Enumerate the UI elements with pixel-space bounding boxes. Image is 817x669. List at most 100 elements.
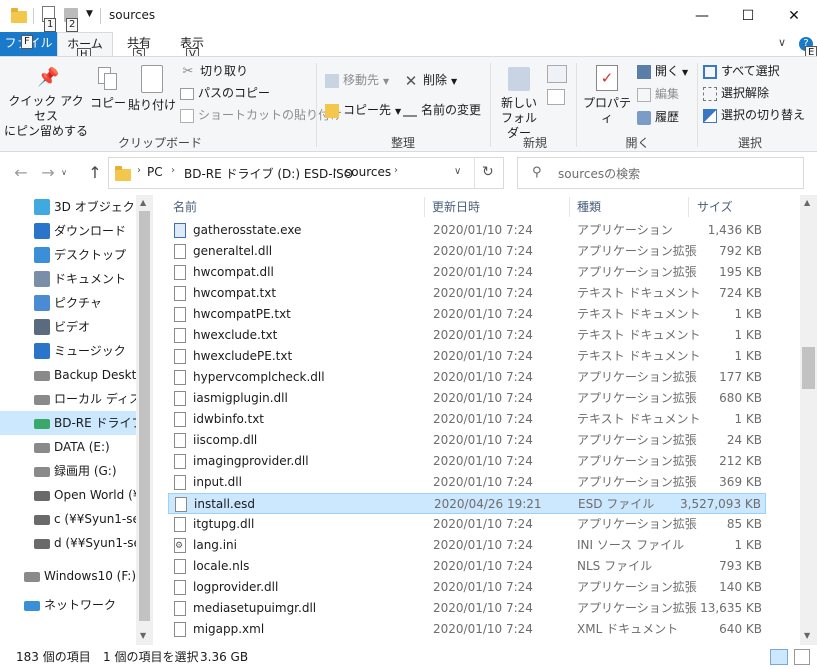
column-header-size[interactable]: サイズ	[697, 195, 733, 219]
file-row[interactable]: logprovider.dll 2020/01/10 7:24 アプリケーション拡張…	[168, 577, 766, 598]
select-none-button[interactable]: 選択解除	[703, 83, 769, 103]
sidebar-item-label: 録画用 (G:)	[54, 464, 117, 478]
file-list-scrollbar[interactable]: ▲ ▼	[800, 195, 817, 645]
details-view-icon[interactable]	[770, 649, 788, 665]
scroll-up-icon[interactable]: ▲	[140, 198, 146, 207]
up-arrow-icon[interactable]: ↑	[84, 163, 106, 182]
maximize-button[interactable]: ☐	[725, 0, 771, 32]
file-row[interactable]: imagingprovider.dll 2020/01/10 7:24 アプリケーシ…	[168, 451, 766, 472]
sidebar-item[interactable]: ローカル ディスク (	[0, 387, 136, 411]
column-header-type[interactable]: 種類	[577, 195, 601, 219]
history-label: 履歴	[655, 110, 680, 124]
navigation-pane-scroll-thumb[interactable]	[139, 211, 150, 621]
qat-dropdown-icon[interactable]: ▼	[86, 9, 93, 19]
copy-path-button[interactable]: パスのコピー	[180, 83, 270, 103]
scroll-down-icon[interactable]: ▼	[804, 631, 810, 640]
search-input[interactable]: sourcesの検索	[558, 165, 640, 182]
address-dropdown-icon[interactable]: ∨	[454, 166, 461, 177]
sidebar-item[interactable]: 録画用 (G:)	[0, 459, 136, 483]
history-button[interactable]: 履歴	[637, 107, 679, 127]
move-to-button[interactable]: 移動先 ▼	[325, 70, 389, 90]
back-arrow-icon[interactable]: ←	[10, 163, 32, 182]
ribbon-expand-icon[interactable]: ∨	[778, 36, 786, 49]
sidebar-item[interactable]: ネットワーク	[0, 593, 136, 617]
invert-selection-button[interactable]: 選択の切り替え	[703, 105, 805, 125]
sidebar-item[interactable]: ダウンロード	[0, 219, 136, 243]
rename-button[interactable]: 名前の変更	[403, 100, 481, 120]
sidebar-item[interactable]: ドキュメント	[0, 267, 136, 291]
sidebar-item[interactable]: ピクチャ	[0, 291, 136, 315]
paste-button[interactable]: 貼り付け	[128, 65, 176, 113]
sidebar-item[interactable]: Open World (¥¥	[0, 483, 136, 507]
column-divider[interactable]	[688, 197, 689, 217]
properties-button[interactable]: ✓ プロパティ	[580, 65, 634, 126]
file-name: idwbinfo.txt	[193, 412, 265, 426]
scroll-up-icon[interactable]: ▲	[804, 198, 810, 207]
file-row[interactable]: migapp.xml 2020/01/10 7:24 XML ドキュメント 640 K…	[168, 619, 766, 640]
recent-dropdown-icon[interactable]: ∨	[58, 168, 70, 177]
sidebar-item[interactable]: DATA (E:)	[0, 435, 136, 459]
copy-button[interactable]: コピー	[90, 67, 126, 111]
sidebar-item[interactable]: c (¥¥Syun1-serv	[0, 507, 136, 531]
sidebar-item[interactable]: BD-RE ドライブ (I	[0, 411, 136, 435]
navigation-pane-scrollbar[interactable]: ▲ ▼	[136, 195, 153, 645]
minimize-button[interactable]: —	[679, 0, 725, 32]
cut-button[interactable]: ✂ 切り取り	[180, 61, 248, 81]
file-row[interactable]: hwcompat.txt 2020/01/10 7:24 テキスト ドキュメント 72…	[168, 283, 766, 304]
delete-button[interactable]: ✕ 削除 ▼	[403, 70, 457, 90]
copy-to-button[interactable]: コピー先 ▼	[325, 100, 401, 120]
sidebar-item[interactable]: Backup Desktop	[0, 363, 136, 387]
delete-label: 削除	[423, 73, 448, 87]
column-header-name[interactable]: 名前	[173, 195, 197, 219]
file-row[interactable]: input.dll 2020/01/10 7:24 アプリケーション拡張 369 KB	[168, 472, 766, 493]
breadcrumb-drive[interactable]: BD-RE ドライブ (D:) ESD-ISO	[184, 165, 353, 182]
file-row[interactable]: iasmigplugin.dll 2020/01/10 7:24 アプリケーション拡…	[168, 388, 766, 409]
file-row[interactable]: lang.ini 2020/01/10 7:24 INI ソース ファイル 1 KB	[168, 535, 766, 557]
file-row[interactable]: itgtupg.dll 2020/01/10 7:24 アプリケーション拡張 85 K…	[168, 514, 766, 535]
file-row[interactable]: gatherosstate.exe 2020/01/10 7:24 アプリケーション…	[168, 220, 766, 241]
sidebar-item[interactable]: 3D オブジェクト	[0, 195, 136, 219]
file-size: 724 KB	[719, 286, 762, 300]
forward-arrow-icon[interactable]: →	[37, 163, 59, 182]
close-button[interactable]: ✕	[771, 0, 817, 32]
sidebar-item[interactable]: ビデオ	[0, 315, 136, 339]
sidebar-item-label: ミュージック	[54, 344, 126, 358]
refresh-icon[interactable]: ↻	[482, 164, 494, 180]
new-folder-button[interactable]: 新しい フォルダー	[496, 67, 542, 141]
breadcrumb-sources[interactable]: sources	[345, 165, 391, 179]
breadcrumb-chevron-icon: ›	[333, 165, 337, 176]
open-button[interactable]: 開く ▼	[637, 61, 688, 81]
address-bar[interactable]: › PC › BD-RE ドライブ (D:) ESD-ISO › sources…	[108, 157, 504, 189]
file-date: 2020/01/10 7:24	[433, 412, 533, 426]
ribbon: 📌 クイック アクセス にピン留めする コピー 貼り付け ✂ 切り取り パスのコピ…	[0, 56, 817, 152]
file-row[interactable]: idwbinfo.txt 2020/01/10 7:24 テキスト ドキュメント 1 …	[168, 409, 766, 430]
file-row[interactable]: hypervcomplcheck.dll 2020/01/10 7:24 アプリケー…	[168, 367, 766, 388]
breadcrumb-pc[interactable]: PC	[147, 165, 163, 179]
file-list-scroll-thumb[interactable]	[802, 347, 815, 389]
sidebar-item[interactable]: Windows10 (F:)	[0, 564, 136, 588]
sidebar-item[interactable]: ミュージック	[0, 339, 136, 363]
new-item-icon[interactable]	[547, 65, 567, 83]
column-divider[interactable]	[424, 197, 425, 217]
sidebar-item[interactable]: d (¥¥Syun1-serv	[0, 531, 136, 555]
pin-quick-access-button[interactable]: 📌 クイック アクセス にピン留めする	[4, 67, 88, 139]
search-box[interactable]: ⚲ sourcesの検索	[517, 157, 804, 189]
select-all-button[interactable]: すべて選択	[703, 61, 780, 81]
file-row[interactable]: hwexcludePE.txt 2020/01/10 7:24 テキスト ドキュメン…	[168, 346, 766, 367]
sidebar-item[interactable]: デスクトップ	[0, 243, 136, 267]
file-row[interactable]: hwexclude.txt 2020/01/10 7:24 テキスト ドキュメント 1…	[168, 325, 766, 346]
file-row[interactable]: locale.nls 2020/01/10 7:24 NLS ファイル 793 KB	[168, 556, 766, 577]
file-row[interactable]: hwcompatPE.txt 2020/01/10 7:24 テキスト ドキュメント…	[168, 304, 766, 325]
scroll-down-icon[interactable]: ▼	[140, 631, 146, 640]
column-divider[interactable]	[569, 197, 570, 217]
paste-shortcut-button[interactable]: ショートカットの貼り付け	[180, 105, 342, 125]
column-header-date[interactable]: 更新日時	[432, 195, 480, 219]
large-icons-view-icon[interactable]	[794, 649, 810, 665]
file-row[interactable]: iiscomp.dll 2020/01/10 7:24 アプリケーション拡張 24 K…	[168, 430, 766, 451]
file-row[interactable]: install.esd 2020/04/26 19:21 ESD ファイル 3,527…	[168, 493, 766, 514]
file-row[interactable]: hwcompat.dll 2020/01/10 7:24 アプリケーション拡張 195…	[168, 262, 766, 283]
file-row[interactable]: generaltel.dll 2020/01/10 7:24 アプリケーション拡張 7…	[168, 241, 766, 262]
easy-access-icon[interactable]	[547, 89, 565, 105]
edit-button[interactable]: 編集	[637, 84, 679, 104]
file-row[interactable]: mediasetupuimgr.dll 2020/01/10 7:24 アプリケーシ…	[168, 598, 766, 619]
